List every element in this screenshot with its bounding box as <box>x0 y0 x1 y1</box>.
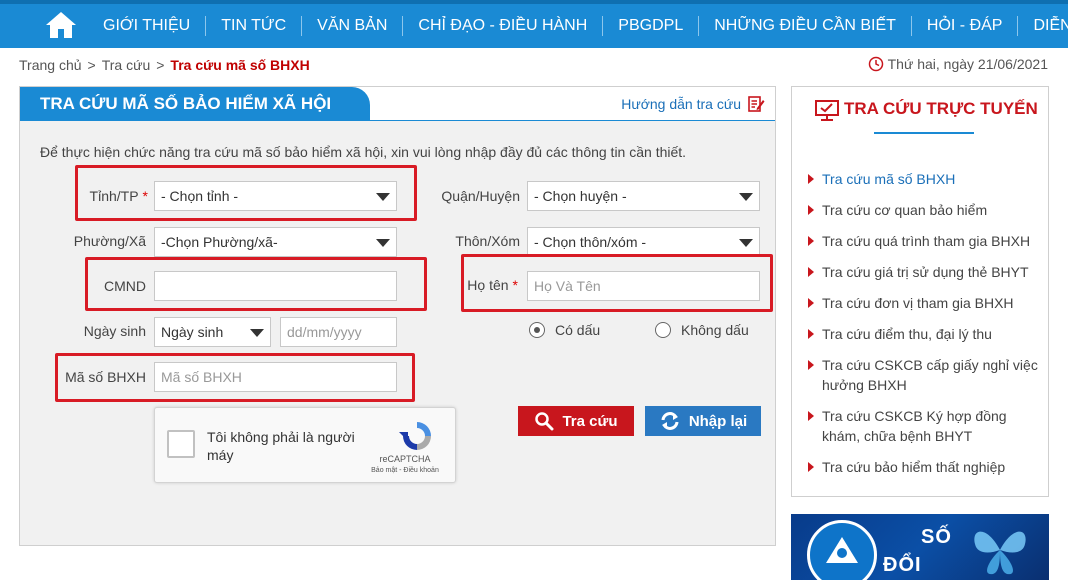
monitor-icon <box>815 100 839 121</box>
sidebar-item-co-quan-bao-hiem[interactable]: Tra cứu cơ quan bảo hiểm <box>806 200 1042 220</box>
chevron-down-icon <box>250 329 264 337</box>
radio-accent-dot <box>529 322 545 338</box>
recaptcha-brand: reCAPTCHA <box>379 454 431 464</box>
recaptcha-checkbox[interactable] <box>167 430 195 458</box>
clock-icon <box>868 56 883 72</box>
radio-no-accent[interactable]: Không dấu <box>655 322 749 338</box>
ward-select[interactable]: -Chọn Phường/xã- <box>154 227 397 257</box>
name-label-text: Họ tên <box>467 277 509 293</box>
recaptcha-icon <box>399 422 431 450</box>
banner-line1: SỐ <box>921 526 952 548</box>
search-button[interactable]: Tra cứu <box>518 406 634 436</box>
search-button-label: Tra cứu <box>562 412 618 430</box>
recaptcha-widget: Tôi không phải là người máy reCAPTCHA Bả… <box>154 407 456 483</box>
sidebar-list: Tra cứu mã số BHXH Tra cứu cơ quan bảo h… <box>806 169 1042 488</box>
dob-input[interactable]: dd/mm/yyyy <box>280 317 397 347</box>
ward-label: Phường/Xã <box>73 233 146 249</box>
sidebar-item-cskcb-hop-dong[interactable]: Tra cứu CSKCB Ký hợp đồng khám, chữa bện… <box>806 406 1042 446</box>
sidebar-header: TRA CỨU TRỰC TUYẾN <box>792 87 1048 147</box>
nav-menu: GIỚI THIỆU TIN TỨC VĂN BẢN CHỈ ĐẠO - ĐIỀ… <box>88 4 1068 48</box>
panel-header: TRA CỨU MÃ SỐ BẢO HIỂM XÃ HỘI Hướng dẫn … <box>20 87 775 121</box>
recaptcha-text: Tôi không phải là người máy <box>207 429 355 463</box>
guide-link-label: Hướng dẫn tra cứu <box>621 96 741 112</box>
top-nav: GIỚI THIỆU TIN TỨC VĂN BẢN CHỈ ĐẠO - ĐIỀ… <box>0 0 1068 48</box>
chevron-down-icon <box>376 239 390 247</box>
dob-label: Ngày sinh <box>83 323 146 339</box>
bhxh-logo <box>807 520 877 580</box>
sidebar-item-ma-so-bhxh[interactable]: Tra cứu mã số BHXH <box>806 169 1042 189</box>
sidebar-title: TRA CỨU TRỰC TUYẾN <box>844 99 1038 118</box>
hamlet-label: Thôn/Xóm <box>455 233 520 249</box>
lookup-panel: TRA CỨU MÃ SỐ BẢO HIỂM XÃ HỘI Hướng dẫn … <box>19 86 776 546</box>
sidebar-item-that-nghiep[interactable]: Tra cứu bảo hiểm thất nghiệp <box>806 457 1042 477</box>
name-label: Họ tên * <box>450 277 518 293</box>
id-label: CMND <box>104 278 146 294</box>
edit-note-icon <box>748 96 765 112</box>
nav-item-chi-dao[interactable]: CHỈ ĐẠO - ĐIỀU HÀNH <box>403 16 604 36</box>
ward-select-value: -Chọn Phường/xã- <box>161 234 278 250</box>
name-input[interactable]: Họ Và Tên <box>527 271 760 301</box>
nav-item-pbgdpl[interactable]: PBGDPL <box>603 16 700 36</box>
refresh-icon <box>661 412 679 430</box>
sidebar-item-qua-trinh-tham-gia[interactable]: Tra cứu quá trình tham gia BHXH <box>806 231 1042 251</box>
chevron-down-icon <box>739 193 753 201</box>
nav-item-can-biet[interactable]: NHỮNG ĐIỀU CẦN BIẾT <box>699 16 912 36</box>
dob-type-value: Ngày sinh <box>161 324 224 340</box>
date-text: Thứ hai, ngày 21/06/2021 <box>887 56 1048 72</box>
breadcrumb-separator: > <box>87 57 96 73</box>
province-select-value: - Chọn tỉnh - <box>161 188 239 204</box>
breadcrumb: Trang chủ > Tra cứu > Tra cứu mã số BHXH <box>19 57 310 73</box>
radio-accent-label: Có dấu <box>555 322 601 338</box>
nav-item-van-ban[interactable]: VĂN BẢN <box>302 16 404 36</box>
breadcrumb-separator: > <box>156 57 165 73</box>
district-select[interactable]: - Chọn huyện - <box>527 181 760 211</box>
nav-item-gioi-thieu[interactable]: GIỚI THIỆU <box>88 16 207 36</box>
id-input[interactable] <box>154 271 397 301</box>
nav-item-tin-tuc[interactable]: TIN TỨC <box>206 16 303 36</box>
guide-link[interactable]: Hướng dẫn tra cứu <box>621 95 765 113</box>
chevron-down-icon <box>376 193 390 201</box>
province-select[interactable]: - Chọn tỉnh - <box>154 181 397 211</box>
district-select-value: - Chọn huyện - <box>534 188 627 204</box>
required-mark: * <box>512 277 518 293</box>
breadcrumb-home[interactable]: Trang chủ <box>19 57 82 73</box>
nav-item-hoi-dap[interactable]: HỎI - ĐÁP <box>912 16 1019 36</box>
home-icon[interactable] <box>44 10 78 40</box>
province-label-text: Tỉnh/TP <box>89 188 139 204</box>
promo-banner[interactable]: SỐ ĐỔI <box>791 514 1049 580</box>
province-label: Tỉnh/TP * <box>80 188 148 204</box>
online-lookup-sidebar: TRA CỨU TRỰC TUYẾN Tra cứu mã số BHXH Tr… <box>791 86 1049 497</box>
sidebar-item-diem-thu[interactable]: Tra cứu điểm thu, đại lý thu <box>806 324 1042 344</box>
radio-accent[interactable]: Có dấu <box>529 322 600 338</box>
hamlet-select-value: - Chọn thôn/xóm - <box>534 234 647 250</box>
banner-line2: ĐỔI <box>883 554 922 576</box>
intro-text: Để thực hiện chức năng tra cứu mã số bảo… <box>40 144 687 160</box>
breadcrumb-current: Tra cứu mã số BHXH <box>170 57 310 73</box>
radio-no-accent-label: Không dấu <box>681 322 749 338</box>
panel-title: TRA CỨU MÃ SỐ BẢO HIỂM XÃ HỘI <box>20 87 370 121</box>
hamlet-select[interactable]: - Chọn thôn/xóm - <box>527 227 760 257</box>
dob-type-select[interactable]: Ngày sinh <box>154 317 271 347</box>
district-label: Quận/Huyện <box>441 188 520 204</box>
breadcrumb-lookup[interactable]: Tra cứu <box>102 57 151 73</box>
reset-button-label: Nhập lại <box>688 412 748 430</box>
butterfly-icon <box>974 531 1026 575</box>
recaptcha-links[interactable]: Bảo mật - Điều khoản <box>363 467 447 474</box>
code-label: Mã số BHXH <box>65 369 146 385</box>
chevron-down-icon <box>739 239 753 247</box>
radio-no-accent-dot <box>655 322 671 338</box>
sidebar-item-don-vi-tham-gia[interactable]: Tra cứu đơn vị tham gia BHXH <box>806 293 1042 313</box>
sidebar-item-cskcb-nghi-viec[interactable]: Tra cứu CSKCB cấp giấy nghỉ việc hưởng B… <box>806 355 1042 395</box>
nav-item-dien-dan[interactable]: DIỄN ĐÀN <box>1018 16 1068 36</box>
sidebar-title-underline <box>874 132 974 134</box>
code-input[interactable]: Mã số BHXH <box>154 362 397 392</box>
reset-button[interactable]: Nhập lại <box>645 406 761 436</box>
bhxh-emblem-icon <box>826 537 858 563</box>
date-display: Thứ hai, ngày 21/06/2021 <box>868 56 1048 72</box>
sidebar-item-gia-tri-the-bhyt[interactable]: Tra cứu giá trị sử dụng thẻ BHYT <box>806 262 1042 282</box>
search-icon <box>535 412 554 431</box>
required-mark: * <box>142 188 148 204</box>
